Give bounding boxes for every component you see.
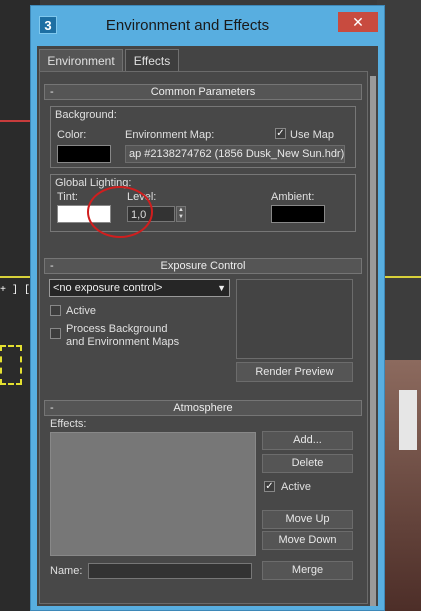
close-button[interactable]: ✕ xyxy=(338,12,378,32)
move-down-button[interactable]: Move Down xyxy=(262,531,353,550)
background-group: Background: Color: Environment Map: ✓ Us… xyxy=(50,106,356,168)
exposure-active-label: Active xyxy=(66,305,96,317)
process-background-label-line2: and Environment Maps xyxy=(66,336,180,348)
use-map-label: Use Map xyxy=(290,129,335,141)
rollout-title: Exposure Control xyxy=(160,260,246,272)
process-background-label-line1: Process Background xyxy=(66,323,168,335)
collapse-icon: - xyxy=(50,260,54,272)
dropdown-value: <no exposure control> xyxy=(53,282,163,294)
ambient-label: Ambient: xyxy=(271,191,315,203)
environment-tab-panel: - Common Parameters Background: Color: E… xyxy=(39,71,368,604)
panel-scrollbar[interactable] xyxy=(370,76,376,606)
atmosphere-rollout-header[interactable]: - Atmosphere xyxy=(44,400,362,416)
exposure-control-rollout-header[interactable]: - Exposure Control xyxy=(44,258,362,274)
window-client: Environment Effects - Common Parameters … xyxy=(37,46,378,606)
merge-button[interactable]: Merge xyxy=(262,561,353,580)
delete-effect-button[interactable]: Delete xyxy=(262,454,353,473)
annotation-circle xyxy=(87,186,153,238)
render-preview-button[interactable]: Render Preview xyxy=(236,362,353,382)
background-group-label: Background: xyxy=(55,109,117,121)
common-parameters-rollout-header[interactable]: - Common Parameters xyxy=(44,84,362,100)
atmosphere-effects-list[interactable] xyxy=(50,432,256,556)
environment-map-button[interactable]: ap #2138274762 (1856 Dusk_New Sun.hdr) xyxy=(125,145,345,163)
environment-map-label: Environment Map: xyxy=(125,129,215,141)
viewport-selected-object xyxy=(0,345,22,385)
collapse-icon: - xyxy=(50,86,54,98)
move-up-button[interactable]: Move Up xyxy=(262,510,353,529)
spinner-down-icon[interactable]: ▼ xyxy=(177,214,185,221)
atmosphere-active-checkbox[interactable]: ✓ xyxy=(264,481,275,492)
atmosphere-active-label: Active xyxy=(281,481,311,493)
chevron-down-icon: ▼ xyxy=(217,283,226,293)
background-color-swatch[interactable] xyxy=(57,145,111,163)
viewport-building-detail xyxy=(399,390,417,450)
title-bar[interactable]: 3 Environment and Effects ✕ xyxy=(31,6,384,46)
exposure-active-checkbox[interactable] xyxy=(50,305,61,316)
rollout-title: Common Parameters xyxy=(150,86,256,98)
effect-name-input[interactable] xyxy=(88,563,252,579)
use-map-checkbox[interactable]: ✓ xyxy=(275,128,286,139)
add-effect-button[interactable]: Add... xyxy=(262,431,353,450)
scrollbar-thumb[interactable] xyxy=(370,76,376,606)
color-label: Color: xyxy=(57,129,87,141)
exposure-control-dropdown[interactable]: <no exposure control> ▼ xyxy=(49,279,230,297)
rollout-title: Atmosphere xyxy=(173,402,233,414)
exposure-preview-area xyxy=(236,279,353,359)
viewport-red-line xyxy=(0,120,34,122)
collapse-icon: - xyxy=(50,402,54,414)
tint-label: Tint: xyxy=(57,191,78,203)
window-title: Environment and Effects xyxy=(105,17,270,34)
environment-effects-window: 3 Environment and Effects ✕ Environment … xyxy=(30,5,385,611)
name-label: Name: xyxy=(50,565,83,577)
level-spinner[interactable]: ▲ ▼ xyxy=(176,206,186,222)
effects-label: Effects: xyxy=(50,418,87,430)
tab-effects[interactable]: Effects xyxy=(125,49,179,71)
ambient-color-swatch[interactable] xyxy=(271,205,325,223)
process-background-checkbox[interactable] xyxy=(50,328,61,339)
tab-environment[interactable]: Environment xyxy=(39,49,123,71)
spinner-up-icon[interactable]: ▲ xyxy=(177,207,185,214)
